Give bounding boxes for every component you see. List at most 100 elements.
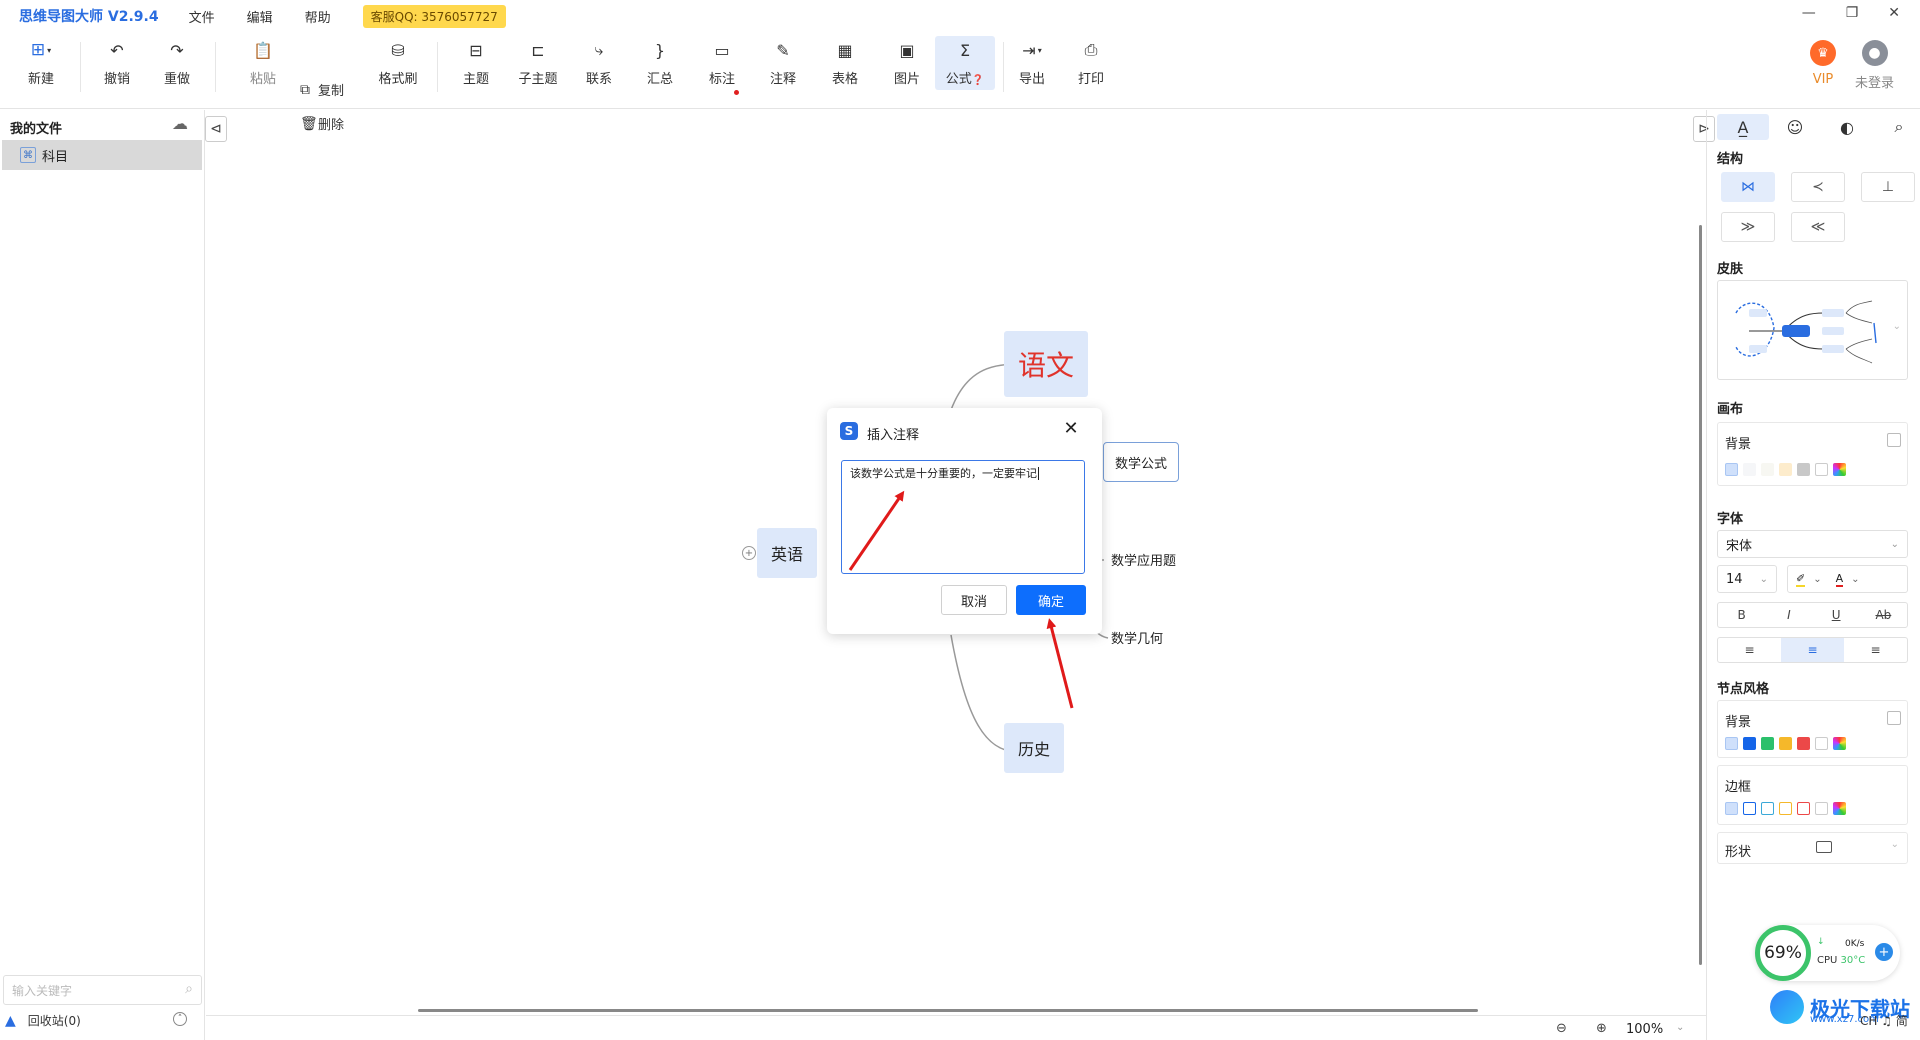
mindmap-node-shuxueyingyongti[interactable]: 数学应用题 — [1111, 550, 1176, 569]
color-swatch[interactable] — [1797, 463, 1810, 476]
font-family-select[interactable]: 宋体 ⌄ — [1717, 530, 1908, 558]
theme-icon[interactable]: ◐ — [1821, 114, 1873, 140]
zoom-level[interactable]: 100% — [1626, 1022, 1663, 1037]
chevron-down-icon[interactable]: ⌄ — [1676, 1022, 1684, 1033]
structure-right-icon[interactable]: ≺ — [1791, 172, 1845, 202]
vertical-scrollbar[interactable] — [1699, 225, 1702, 965]
menu-help[interactable]: 帮助 — [305, 7, 331, 26]
node-background-checkbox[interactable] — [1887, 711, 1901, 725]
note-button[interactable]: ✎ 注释 — [756, 38, 810, 88]
color-swatch[interactable] — [1761, 463, 1774, 476]
search-icon[interactable]: ⌕ — [185, 981, 193, 997]
zoom-in-icon[interactable]: ⊕ — [1596, 1021, 1607, 1036]
color-swatch[interactable] — [1743, 737, 1756, 750]
align-right-icon[interactable]: ≡ — [1844, 638, 1907, 662]
service-qq-badge[interactable]: 客服QQ: 3576057727 — [362, 4, 506, 28]
horizontal-scrollbar[interactable] — [418, 1009, 1478, 1012]
structure-mindmap-icon[interactable]: ⋈ — [1721, 172, 1775, 202]
structure-fishbone-right-icon[interactable]: ≫ — [1721, 212, 1775, 242]
new-button[interactable]: ⊞ ▾ 新建 — [14, 38, 68, 87]
shape-card[interactable]: 形状 ⌄ — [1717, 832, 1908, 864]
auto-color-icon[interactable] — [1725, 802, 1738, 815]
no-color-swatch[interactable] — [1815, 737, 1828, 750]
color-swatch[interactable] — [1797, 802, 1810, 815]
cancel-button[interactable]: 取消 — [941, 585, 1007, 615]
chevron-down-icon[interactable]: ⌄ — [1851, 574, 1859, 585]
structure-fishbone-left-icon[interactable]: ≪ — [1791, 212, 1845, 242]
redo-button[interactable]: ↷ 重做 — [150, 38, 204, 88]
color-swatch[interactable] — [1743, 802, 1756, 815]
color-swatch[interactable] — [1779, 463, 1792, 476]
bold-icon[interactable]: B — [1718, 603, 1765, 627]
italic-icon[interactable]: I — [1765, 603, 1812, 627]
close-window-icon[interactable]: ✕ — [1888, 5, 1900, 21]
mindmap-node-yingyu[interactable]: 英语 — [757, 528, 817, 578]
color-picker-icon[interactable] — [1833, 737, 1846, 750]
mindmap-node-yuwen[interactable]: 语文 — [1004, 331, 1088, 397]
text-style-icon[interactable]: A̲ — [1717, 114, 1769, 140]
plus-icon[interactable]: + — [1875, 943, 1893, 961]
file-item[interactable]: ⌘ 科目 — [2, 140, 202, 170]
relation-button[interactable]: ⤷ 联系 — [572, 38, 626, 87]
note-textarea[interactable]: 该数学公式是十分重要的，一定要牢记 — [841, 460, 1085, 574]
mindmap-node-shuxuegongshi[interactable]: 数学公式 — [1103, 442, 1179, 482]
mindmap-node-shuxuejihe[interactable]: 数学几何 — [1111, 628, 1163, 647]
table-button[interactable]: ▦ 表格 — [818, 38, 872, 88]
close-icon[interactable]: ✕ — [1061, 418, 1081, 439]
minimize-icon[interactable]: — — [1802, 5, 1816, 21]
chevron-up-icon[interactable]: ˄ — [173, 1012, 187, 1026]
color-picker-icon[interactable] — [1833, 463, 1846, 476]
strikethrough-icon[interactable]: Ab — [1860, 603, 1907, 627]
color-swatch[interactable] — [1761, 737, 1774, 750]
login-button[interactable]: ● 未登录 — [1855, 40, 1894, 91]
ime-indicator[interactable]: CH ♫ 简 — [1860, 1012, 1908, 1029]
emoji-icon[interactable]: ☺ — [1769, 114, 1821, 140]
copy-button[interactable]: ⧉ 复制 — [300, 80, 344, 100]
canvas-background-checkbox[interactable] — [1887, 433, 1901, 447]
skin-preview[interactable]: ⌄ — [1717, 280, 1908, 380]
color-swatch[interactable] — [1779, 737, 1792, 750]
auto-color-icon[interactable] — [1725, 463, 1738, 476]
export-button[interactable]: ⇥ ▾ 导出 — [1005, 38, 1059, 88]
topic-button[interactable]: ⊟ 主题 — [449, 38, 503, 88]
color-swatch[interactable] — [1797, 737, 1810, 750]
font-color-icon[interactable]: A — [1835, 572, 1844, 587]
mindmap-node-lishi[interactable]: 历史 — [1004, 723, 1064, 773]
no-color-swatch[interactable] — [1815, 463, 1828, 476]
auto-color-icon[interactable] — [1725, 737, 1738, 750]
file-search-input[interactable]: 输入关键字 ⌕ — [3, 975, 202, 1005]
cloud-sync-icon[interactable]: ☁ — [172, 114, 188, 133]
paste-button[interactable]: 📋 粘贴 — [236, 38, 290, 88]
vip-button[interactable]: ♛ VIP — [1810, 40, 1836, 87]
format-brush-button[interactable]: ⛁ 格式刷 — [371, 38, 425, 88]
confirm-button[interactable]: 确定 — [1016, 585, 1086, 615]
color-swatch[interactable] — [1743, 463, 1756, 476]
chevron-down-icon[interactable]: ⌄ — [1813, 574, 1821, 585]
restore-icon[interactable]: ❐ — [1846, 5, 1859, 21]
color-swatch[interactable] — [1761, 802, 1774, 815]
menu-edit[interactable]: 编辑 — [247, 7, 273, 26]
color-picker-icon[interactable] — [1833, 802, 1846, 815]
search-icon[interactable]: ⌕ — [1873, 114, 1920, 140]
undo-button[interactable]: ↶ 撤销 — [90, 38, 144, 88]
subtopic-button[interactable]: ⊏ 子主题 — [511, 38, 565, 88]
chevron-down-icon[interactable]: ⌄ — [1893, 321, 1901, 332]
recycle-bin[interactable]: ▲ 回收站(0) — [5, 1012, 81, 1029]
formula-button[interactable]: Σ 公式❓ — [935, 36, 995, 90]
mark-button[interactable]: ▭ 标注 — [695, 38, 749, 88]
align-center-icon[interactable]: ≡ — [1781, 638, 1844, 662]
highlight-icon[interactable]: ✐ — [1796, 572, 1806, 587]
underline-icon[interactable]: U — [1813, 603, 1860, 627]
cpu-monitor-widget[interactable]: 69% ↓ 0K/s CPU 30°C + — [1755, 925, 1900, 981]
color-swatch[interactable] — [1779, 802, 1792, 815]
font-size-select[interactable]: 14 ⌄ — [1717, 565, 1777, 593]
zoom-out-icon[interactable]: ⊖ — [1556, 1021, 1567, 1036]
align-left-icon[interactable]: ≡ — [1718, 638, 1781, 662]
image-button[interactable]: ▣ 图片 — [880, 38, 934, 88]
menu-file[interactable]: 文件 — [189, 7, 215, 26]
summary-button[interactable]: } 汇总 — [633, 38, 687, 88]
print-button[interactable]: ⎙ 打印 — [1064, 38, 1118, 87]
no-color-swatch[interactable] — [1815, 802, 1828, 815]
expand-node-icon[interactable]: + — [742, 546, 756, 560]
structure-org-icon[interactable]: ⊥ — [1861, 172, 1915, 202]
